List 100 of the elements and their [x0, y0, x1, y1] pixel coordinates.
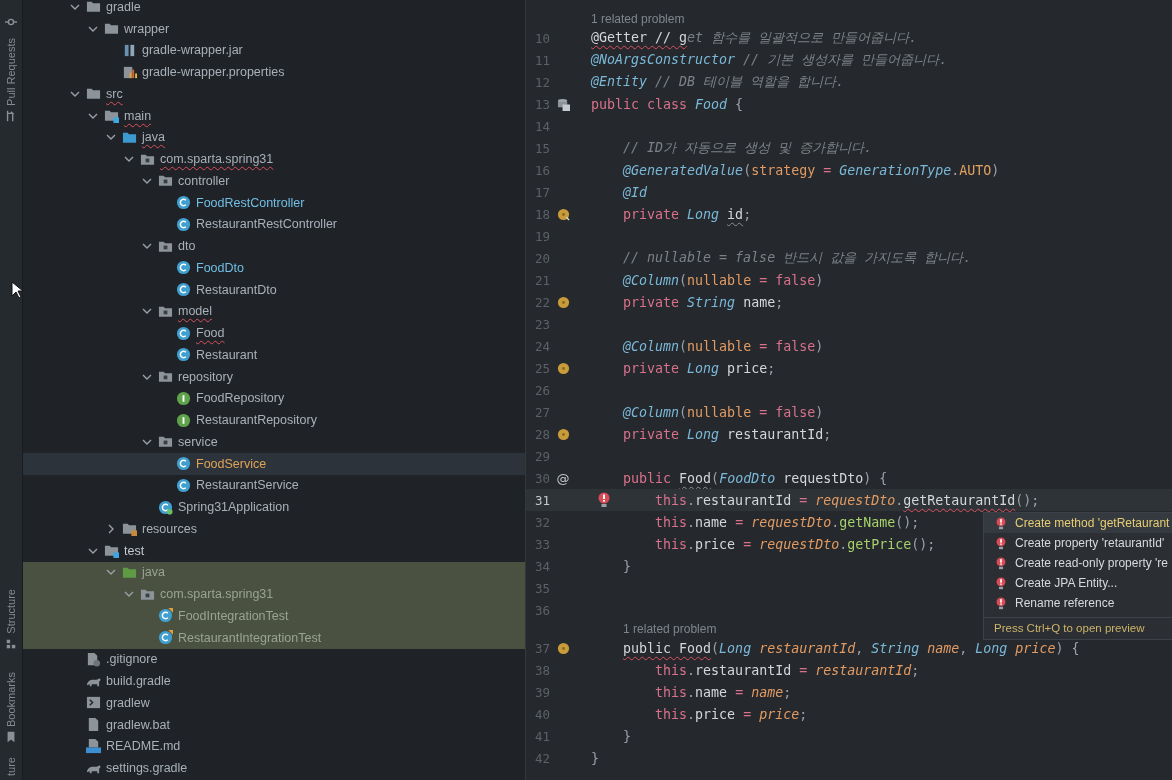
- quick-fix-item[interactable]: Rename reference: [984, 593, 1172, 613]
- file-name: src: [106, 86, 123, 101]
- file-name: Spring31Application: [178, 500, 290, 515]
- folder-icon: [104, 21, 119, 37]
- folder-icon: [104, 543, 119, 559]
- tree-row[interactable]: build.gradle: [23, 670, 525, 692]
- line-number: 18: [533, 206, 550, 222]
- code-line: @Entity // DB 테이블 역할을 합니다.: [591, 73, 845, 91]
- tree-row[interactable]: FoodService: [23, 452, 525, 475]
- error-bulb-icon: [996, 536, 1006, 550]
- pointer-icon: [11, 281, 23, 299]
- file-name: gradle-wrapper.properties: [142, 65, 285, 80]
- tree-row[interactable]: RestaurantRestController: [23, 213, 525, 236]
- quick-fix-item[interactable]: Create JPA Entity...: [984, 573, 1172, 593]
- tree-row[interactable]: repository: [23, 365, 525, 388]
- structure-tab[interactable]: Structure: [5, 589, 17, 634]
- line-number: 39: [533, 684, 550, 700]
- inlay-hint[interactable]: 1 related problem: [591, 12, 685, 26]
- pull-requests-tab[interactable]: Pull Requests: [5, 38, 17, 106]
- database-table-icon[interactable]: [556, 97, 570, 111]
- tree-row[interactable]: dto: [23, 235, 525, 257]
- bean-icon[interactable]: [556, 361, 570, 375]
- tree-row[interactable]: Food: [23, 322, 525, 344]
- line-number: 28: [533, 426, 550, 442]
- tree-row[interactable]: settings.gradle: [23, 757, 525, 779]
- line-number: 41: [533, 728, 550, 744]
- error-bulb-icon[interactable]: [598, 492, 610, 508]
- tree-row[interactable]: java: [23, 126, 525, 149]
- bookmark-icon[interactable]: [5, 731, 17, 744]
- tree-row[interactable]: test: [23, 539, 525, 562]
- tree-row[interactable]: .gitignore: [23, 648, 525, 671]
- file-name: resources: [142, 521, 197, 536]
- package-folder-icon: [158, 173, 173, 189]
- file-name: FoodService: [196, 456, 267, 471]
- bean-icon[interactable]: [556, 295, 570, 309]
- tree-row[interactable]: src: [23, 83, 525, 105]
- file-name: wrapper: [124, 21, 170, 36]
- tree-row[interactable]: Restaurant: [23, 344, 525, 366]
- line-number: 38: [533, 662, 550, 678]
- tree-row[interactable]: com.sparta.spring31: [23, 148, 525, 170]
- bookmarks-tab[interactable]: Bookmarks: [5, 672, 17, 728]
- line-number: 36: [533, 602, 550, 618]
- tree-row[interactable]: gradle: [23, 0, 525, 18]
- tree-row[interactable]: gradle-wrapper.properties: [23, 61, 525, 83]
- quick-fix-item[interactable]: Create read-only property 're: [984, 553, 1172, 573]
- tree-row[interactable]: gradle-wrapper.jar: [23, 39, 525, 62]
- tree-row[interactable]: model: [23, 300, 525, 323]
- line-number: 34: [533, 558, 550, 574]
- file-name: gradlew.bat: [106, 717, 170, 732]
- tree-row[interactable]: RestaurantService: [23, 474, 525, 497]
- file-name: README.md: [106, 739, 181, 754]
- tree-row[interactable]: Spring31Application: [23, 496, 525, 518]
- tree-row[interactable]: main: [23, 104, 525, 127]
- bean-icon[interactable]: [556, 207, 570, 221]
- class-icon: [176, 347, 191, 363]
- line-number: 32: [533, 514, 550, 530]
- bean-icon[interactable]: [556, 641, 570, 655]
- error-bulb-icon: [996, 576, 1006, 590]
- bean-icon[interactable]: [556, 427, 570, 441]
- document-icon: [86, 717, 101, 733]
- pull-request-icon[interactable]: [5, 109, 17, 122]
- quick-fix-label: Create property 'retaurantId': [1015, 536, 1165, 550]
- code-line: private String name;: [623, 294, 784, 310]
- file-name: RestaurantIntegrationTest: [178, 630, 322, 645]
- line-number: 31: [533, 492, 550, 508]
- tree-row[interactable]: controller: [23, 170, 525, 192]
- tree-row[interactable]: gradlew.bat: [23, 713, 525, 736]
- tree-row[interactable]: README.md: [23, 735, 525, 758]
- tree-row[interactable]: RestaurantRepository: [23, 409, 525, 431]
- line-number: 11: [533, 52, 550, 68]
- gutter-symbol[interactable]: @: [556, 470, 570, 486]
- code-line: this.price = requestDto.getPrice();: [655, 536, 936, 552]
- quick-fix-item[interactable]: Create property 'retaurantId': [984, 533, 1172, 553]
- file-name: Food: [196, 326, 225, 341]
- class-icon: [176, 195, 191, 211]
- commit-icon[interactable]: [5, 16, 17, 28]
- file-name: FoodRestController: [196, 195, 305, 210]
- tree-row[interactable]: gradlew: [23, 692, 525, 714]
- tree-row[interactable]: RestaurantDto: [23, 278, 525, 301]
- file-name: RestaurantRestController: [196, 217, 338, 232]
- tree-row[interactable]: service: [23, 431, 525, 453]
- tree-row[interactable]: wrapper: [23, 17, 525, 40]
- inlay-hint[interactable]: 1 related problem: [623, 622, 717, 636]
- class-icon: [176, 282, 191, 298]
- structure-icon[interactable]: [5, 638, 17, 650]
- quick-fix-item[interactable]: Create method 'getRetaurant: [984, 513, 1172, 533]
- tree-row[interactable]: FoodRestController: [23, 191, 525, 214]
- tree-row[interactable]: FoodRepository: [23, 387, 525, 410]
- structure-tab[interactable]: ture: [5, 757, 17, 776]
- code-line: public Food(Long restaurantId, String name, Long price) {: [623, 640, 1080, 656]
- tree-row[interactable]: FoodDto: [23, 257, 525, 279]
- code-line: private Long restaurantId;: [623, 426, 832, 442]
- code-line: // nullable = false 반드시 값을 가지도록 합니다.: [623, 249, 972, 267]
- line-number: 26: [533, 382, 550, 398]
- tree-row[interactable]: resources: [23, 518, 525, 540]
- code-line: }: [623, 728, 632, 744]
- file-name: java: [142, 565, 165, 580]
- code-line: @Column(nullable = false): [623, 404, 824, 420]
- folder-icon: [104, 108, 119, 124]
- file-name: FoodDto: [196, 260, 244, 275]
